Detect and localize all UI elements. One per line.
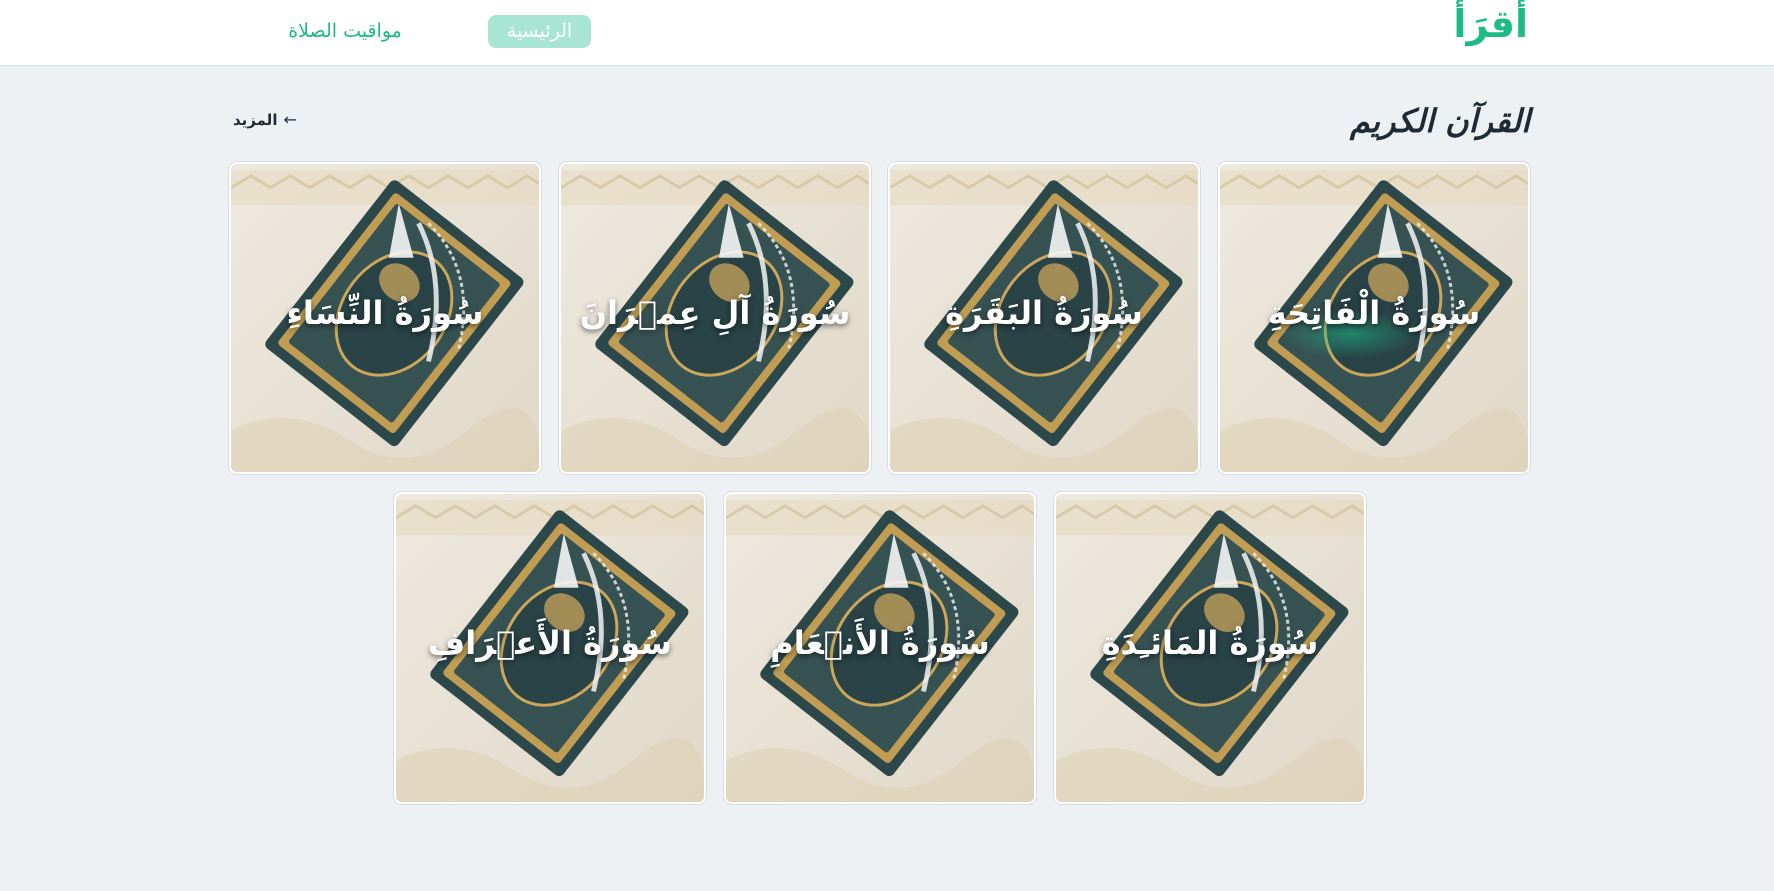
- nav-prayer-times-link[interactable]: مواقيت الصلاة: [270, 15, 420, 48]
- arrow-left-icon: ←: [283, 110, 297, 129]
- surah-card-title: سُورَةُ آلِ عِمۡرَانَ: [579, 294, 851, 332]
- top-navbar: أَقرَأ الرئيسية مواقيت الصلاة: [0, 0, 1774, 66]
- more-link[interactable]: ← المزيد: [233, 110, 297, 129]
- surah-card[interactable]: سُورَةُ الأَعۡرَافِ: [394, 492, 706, 804]
- nav-home-link[interactable]: الرئيسية: [488, 15, 591, 48]
- surah-card[interactable]: سُورَةُ الْفَاتِحَةِ: [1218, 162, 1530, 474]
- surah-card-title: سُورَةُ الأَعۡرَافِ: [428, 624, 672, 662]
- section-title: القرآن الكريم: [1349, 102, 1530, 140]
- surah-card-title: سُورَةُ الأَنۡعَامِ: [770, 624, 990, 662]
- surah-card-title: سُورَةُ المَائـِدَةِ: [1101, 624, 1319, 662]
- surah-card[interactable]: سُورَةُ المَائـِدَةِ: [1054, 492, 1366, 804]
- surah-card-title: سُورَةُ الْفَاتِحَةِ: [1267, 294, 1481, 332]
- brand-logo[interactable]: أَقرَأ: [1453, 2, 1528, 46]
- surah-card[interactable]: سُورَةُ آلِ عِمۡرَانَ: [559, 162, 871, 474]
- surah-card[interactable]: سُورَةُ البَقَرَةِ: [888, 162, 1200, 474]
- surah-card[interactable]: سُورَةُ النِّسَاءِ: [229, 162, 541, 474]
- surah-card-title: سُورَةُ النِّسَاءِ: [286, 294, 484, 332]
- surah-card-title: سُورَةُ البَقَرَةِ: [945, 294, 1143, 332]
- surah-card[interactable]: سُورَةُ الأَنۡعَامِ: [724, 492, 1036, 804]
- more-link-label: المزيد: [233, 110, 278, 129]
